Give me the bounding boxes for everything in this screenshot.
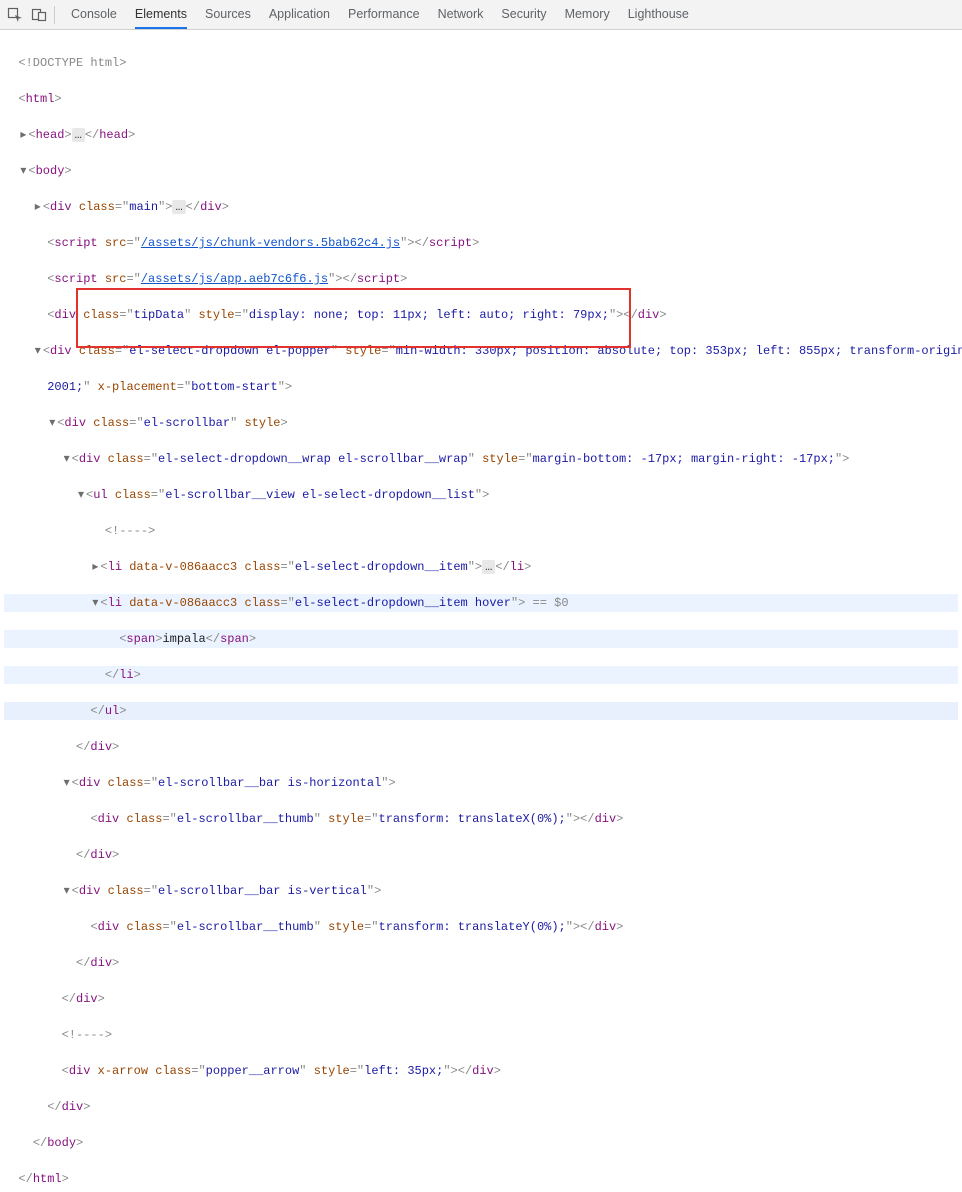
tree-line[interactable]: ▾<div class="el-scrollbar__bar is-horizo…	[4, 774, 958, 792]
tree-line[interactable]: <div class="el-scrollbar__thumb" style="…	[4, 810, 958, 828]
devtools-toolbar: Console Elements Sources Application Per…	[0, 0, 962, 30]
tree-line[interactable]: <div class="el-scrollbar__thumb" style="…	[4, 918, 958, 936]
tab-elements[interactable]: Elements	[135, 1, 187, 29]
doctype: <!DOCTYPE html>	[18, 56, 126, 70]
tab-memory[interactable]: Memory	[565, 1, 610, 29]
tree-line[interactable]: ▸<div class="main">…</div>	[4, 198, 958, 216]
elements-tree[interactable]: <!DOCTYPE html> <html> ▸<head>…</head> ▾…	[0, 30, 962, 1192]
tab-lighthouse[interactable]: Lighthouse	[628, 1, 689, 29]
device-toggle-icon[interactable]	[30, 6, 48, 24]
tree-line[interactable]: ▸<head>…</head>	[4, 126, 958, 144]
tree-line[interactable]: <!---->	[4, 522, 958, 540]
tree-line[interactable]: </div>	[4, 846, 958, 864]
ellipsis[interactable]: …	[72, 128, 85, 142]
expand-toggle[interactable]: ▾	[18, 162, 28, 180]
tree-line[interactable]: <div class="tipData" style="display: non…	[4, 306, 958, 324]
tree-line[interactable]: ▾<div class="el-select-dropdown el-poppe…	[4, 342, 958, 360]
tree-line[interactable]: </li>	[4, 666, 958, 684]
tree-line[interactable]: </body>	[4, 1134, 958, 1152]
tree-line[interactable]: </div>	[4, 954, 958, 972]
tab-performance[interactable]: Performance	[348, 1, 420, 29]
expand-toggle[interactable]: ▸	[33, 198, 43, 216]
tab-network[interactable]: Network	[438, 1, 484, 29]
tree-line[interactable]: ▾<ul class="el-scrollbar__view el-select…	[4, 486, 958, 504]
text-node: impala	[162, 632, 205, 646]
expand-toggle[interactable]: ▾	[33, 342, 43, 360]
tree-line[interactable]: <span>impala</span>	[4, 630, 958, 648]
tree-line[interactable]: </ul>	[4, 702, 958, 720]
script-src-link[interactable]: /assets/js/app.aeb7c6f6.js	[141, 272, 328, 286]
expand-toggle[interactable]: ▾	[62, 450, 72, 468]
expand-toggle[interactable]: ▾	[76, 486, 86, 504]
selected-marker: == $0	[525, 596, 568, 610]
tree-line[interactable]: ▾<body>	[4, 162, 958, 180]
tree-line[interactable]: <div x-arrow class="popper__arrow" style…	[4, 1062, 958, 1080]
tree-line[interactable]: ▾<div class="el-scrollbar__bar is-vertic…	[4, 882, 958, 900]
tree-line[interactable]: </div>	[4, 990, 958, 1008]
tree-line[interactable]: </div>	[4, 1098, 958, 1116]
divider	[54, 6, 55, 24]
expand-toggle[interactable]: ▾	[90, 594, 100, 612]
tab-sources[interactable]: Sources	[205, 1, 251, 29]
tab-console[interactable]: Console	[71, 1, 117, 29]
tree-line[interactable]: <script src="/assets/js/app.aeb7c6f6.js"…	[4, 270, 958, 288]
expand-toggle[interactable]: ▸	[18, 126, 28, 144]
tree-line[interactable]: <script src="/assets/js/chunk-vendors.5b…	[4, 234, 958, 252]
tab-application[interactable]: Application	[269, 1, 330, 29]
expand-toggle[interactable]: ▾	[62, 774, 72, 792]
tree-line[interactable]: 2001;" x-placement="bottom-start">	[4, 378, 958, 396]
tree-line[interactable]: <!---->	[4, 1026, 958, 1044]
tab-security[interactable]: Security	[501, 1, 546, 29]
tree-line[interactable]: ▸<li data-v-086aacc3 class="el-select-dr…	[4, 558, 958, 576]
expand-toggle[interactable]: ▾	[62, 882, 72, 900]
expand-toggle[interactable]: ▸	[90, 558, 100, 576]
tree-line[interactable]: ▾<div class="el-select-dropdown__wrap el…	[4, 450, 958, 468]
selected-node[interactable]: ▾<li data-v-086aacc3 class="el-select-dr…	[4, 594, 958, 612]
comment-node: <!---->	[62, 1028, 112, 1042]
expand-toggle[interactable]: ▾	[47, 414, 57, 432]
tree-line[interactable]: </html>	[4, 1170, 958, 1188]
comment-node: <!---->	[105, 524, 155, 538]
ellipsis[interactable]: …	[482, 560, 495, 574]
tree-line[interactable]: <!DOCTYPE html>	[4, 54, 958, 72]
tree-line[interactable]: </div>	[4, 738, 958, 756]
ellipsis[interactable]: …	[172, 200, 185, 214]
devtools-tabs: Console Elements Sources Application Per…	[71, 1, 689, 29]
script-src-link[interactable]: /assets/js/chunk-vendors.5bab62c4.js	[141, 236, 400, 250]
tree-line[interactable]: <html>	[4, 90, 958, 108]
inspect-icon[interactable]	[6, 6, 24, 24]
tree-line[interactable]: ▾<div class="el-scrollbar" style>	[4, 414, 958, 432]
